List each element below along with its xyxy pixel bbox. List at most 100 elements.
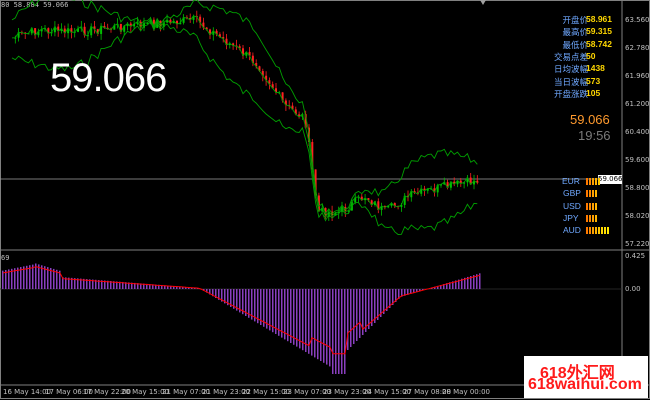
strength-bar: [586, 178, 588, 185]
strength-bar: [592, 202, 594, 210]
histogram-bar: [281, 289, 283, 338]
indicator-header: 69: [1, 254, 10, 262]
strength-bar: [595, 202, 597, 210]
histogram-bar: [341, 289, 343, 374]
histogram-bar: [299, 289, 301, 349]
chart-window[interactable]: 80 58.884 59.066 59.066 69 63.560 62.780 6…: [0, 0, 650, 400]
price-tick-label: 63.560: [625, 16, 650, 24]
strength-bar: [586, 227, 588, 235]
time-tick-label: 16 May 14:00: [3, 388, 52, 396]
histogram-bar: [353, 289, 355, 344]
info-label: 当日波幅: [553, 77, 588, 88]
info-label: 最低价: [562, 40, 588, 51]
histogram-bar: [302, 289, 304, 351]
price-tick-label: 62.780: [625, 44, 650, 52]
strength-bar: [589, 214, 591, 222]
strength-bar: [589, 227, 591, 235]
bollinger-middle-band: [11, 15, 478, 218]
strength-bar: [592, 214, 594, 222]
candlestick-series: [14, 10, 479, 221]
histogram-bar: [269, 289, 271, 331]
currency-name: EUR: [562, 176, 580, 186]
info-value: 105: [586, 87, 601, 98]
indicator-tick-label: 0.00: [625, 285, 641, 293]
time-tick-label: 28 May 00:00: [442, 388, 491, 396]
strength-bar: [595, 214, 597, 222]
info-value: 58.742: [586, 38, 612, 49]
bollinger-upper-band: [11, 0, 478, 215]
histogram-bar: [317, 289, 319, 360]
price-tick-label: 61.200: [625, 100, 650, 108]
strength-bar: [601, 227, 603, 235]
histogram-bar: [314, 289, 316, 358]
info-label: 最高价: [562, 28, 588, 39]
strength-bar: [589, 202, 591, 210]
strength-bar: [607, 227, 609, 235]
price-tick-label: 60.400: [625, 128, 650, 136]
strength-bar: [589, 178, 591, 185]
indicator-tick-label: 0.425: [625, 252, 646, 260]
histogram-bar: [287, 289, 289, 342]
current-price: 59.066: [570, 112, 610, 127]
info-label: 开盘涨跌: [553, 89, 588, 100]
info-value: 59.315: [586, 26, 612, 37]
info-value: 573: [586, 75, 601, 86]
histogram-bar: [338, 289, 340, 374]
histogram-bar: [293, 289, 295, 345]
currency-name: AUD: [563, 225, 581, 236]
strength-bar: [586, 214, 588, 222]
strength-bar: [592, 178, 594, 185]
signal-line: [2, 266, 481, 355]
info-label: 日均波幅: [553, 65, 588, 76]
histogram-bar: [284, 289, 286, 340]
histogram-bar: [290, 289, 292, 343]
info-value: 58.961: [586, 14, 612, 24]
price-tick-label: 58.800: [625, 184, 650, 192]
strength-bar: [592, 190, 594, 198]
histogram-bar: [272, 289, 274, 333]
strength-bar: [598, 178, 600, 185]
histogram-bar: [320, 289, 322, 361]
histogram-bar: [329, 289, 331, 367]
currency-name: JPY: [563, 212, 579, 223]
info-value: 1438: [586, 63, 605, 74]
currency-name: GBP: [563, 188, 581, 199]
big-price-display: 59.066: [50, 56, 167, 100]
histogram-bar: [275, 289, 277, 334]
histogram-bar: [356, 289, 358, 341]
histogram-bar: [278, 289, 280, 336]
price-tick-label: 61.960: [625, 72, 650, 80]
price-tick-label: 59.600: [625, 156, 650, 164]
histogram-bar: [305, 289, 307, 352]
strength-bar: [592, 227, 594, 235]
price-tick-label: 58.020: [625, 212, 650, 220]
histogram-bar: [359, 289, 361, 338]
macd-histogram: [2, 263, 481, 374]
histogram-bar: [332, 289, 334, 374]
strength-bar: [598, 227, 600, 235]
histogram-bar: [368, 289, 370, 329]
histogram-bar: [311, 289, 313, 356]
strength-bar: [595, 190, 597, 198]
histogram-bar: [350, 289, 352, 347]
info-value: 50: [586, 50, 596, 61]
histogram-bar: [323, 289, 325, 363]
watermark-url: 618waihui.com: [528, 376, 642, 393]
histogram-bar: [335, 289, 337, 374]
histogram-bar: [365, 289, 367, 332]
strength-bar: [589, 190, 591, 198]
strength-bar: [586, 202, 588, 210]
currency-name: USD: [563, 200, 581, 211]
bar-clock: 19:56: [578, 128, 611, 143]
info-label: 开盘价: [562, 16, 588, 26]
scroll-marker-icon: [480, 0, 486, 5]
histogram-bar: [344, 289, 346, 374]
strength-bar: [586, 190, 588, 198]
current-price-tag: 59.066: [598, 175, 623, 184]
strength-bar: [604, 227, 606, 235]
price-tick-label: 57.220: [625, 240, 650, 248]
strength-bar: [595, 227, 597, 235]
info-label: 交易点差: [553, 52, 588, 63]
histogram-bar: [296, 289, 298, 347]
histogram-bar: [326, 289, 328, 365]
